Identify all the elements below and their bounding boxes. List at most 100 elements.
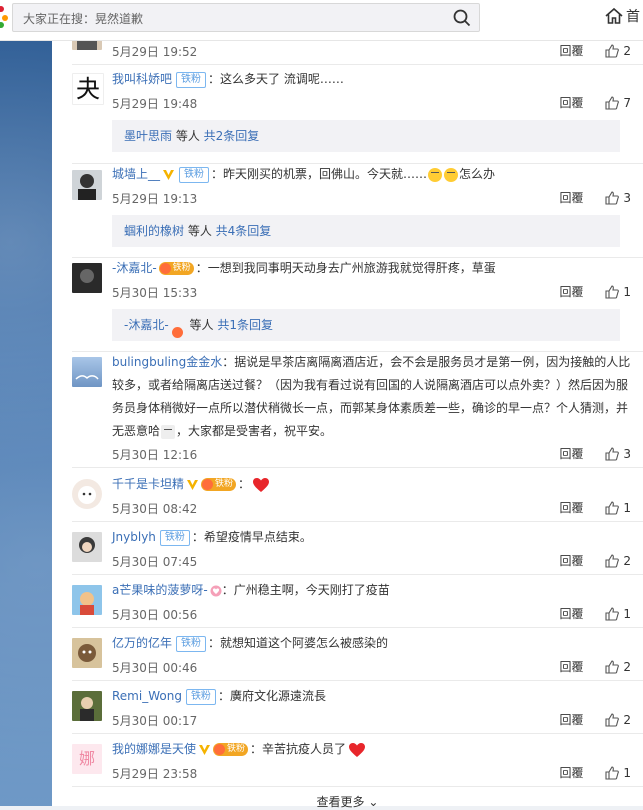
avatar[interactable] [72, 479, 102, 509]
home-nav[interactable]: 首 [604, 6, 640, 26]
sub-reply-user[interactable]: 蝈利的橡树 [124, 224, 184, 238]
username[interactable]: a芒果味的菠萝呀- [112, 583, 208, 597]
reply-button[interactable]: 回覆 [560, 501, 584, 515]
reply-button[interactable]: 回覆 [560, 713, 584, 727]
like-count: 1 [623, 766, 631, 780]
comment-time: 5月30日 00:56 [112, 608, 198, 622]
like-button[interactable]: 3 [605, 191, 631, 205]
username[interactable]: Remi_Wong [112, 689, 182, 703]
load-more-button[interactable]: 查看更多 ⌄ [52, 793, 643, 810]
like-count: 2 [623, 554, 631, 568]
sub-reply-user[interactable]: 墨叶思雨 [124, 129, 172, 143]
emoji-icon [161, 424, 176, 439]
divider [72, 574, 643, 575]
like-button[interactable]: 1 [605, 285, 631, 299]
like-button[interactable]: 1 [605, 766, 631, 780]
fan-badge: 铁粉 [185, 688, 216, 705]
avatar[interactable] [72, 585, 102, 615]
comment-time: 5月30日 07:45 [112, 555, 198, 569]
home-icon [605, 7, 623, 24]
comment-time: 5月30日 08:42 [112, 502, 198, 516]
sub-reply-summary[interactable]: 墨叶思雨 等人 共2条回复 [112, 120, 620, 152]
thumbs-up-icon [605, 660, 620, 674]
sub-reply-link[interactable]: 共1条回复 [217, 318, 273, 332]
search-input[interactable] [21, 8, 445, 29]
reply-button[interactable]: 回覆 [560, 96, 584, 110]
username[interactable]: Jnyblyh [112, 530, 156, 544]
avatar[interactable] [72, 357, 102, 387]
reply-button[interactable]: 回覆 [560, 447, 584, 461]
reply-button[interactable]: 回覆 [560, 766, 584, 780]
top-bar: 首 [0, 0, 643, 41]
reply-button[interactable]: 回覆 [560, 44, 584, 58]
avatar[interactable] [72, 263, 102, 293]
comment-text: ： [238, 477, 251, 491]
like-count: 1 [623, 607, 631, 621]
comment-text-line: 务员身体稍微好一点所以潜伏稍微长一点，而郭某身体素质差一些，确诊的早一点？个人猜… [112, 401, 629, 415]
avatar[interactable] [72, 532, 102, 562]
divider [72, 680, 643, 681]
reply-button[interactable]: 回覆 [560, 607, 584, 621]
like-button[interactable]: 2 [605, 713, 631, 727]
home-label[interactable]: 首 [626, 9, 640, 25]
comment-time: 5月29日 19:48 [112, 97, 198, 111]
search-icon[interactable] [453, 9, 471, 27]
like-button[interactable]: 2 [605, 554, 631, 568]
like-button[interactable]: 1 [605, 501, 631, 515]
sub-reply-etc: 等人 [172, 129, 204, 143]
username[interactable]: 千千是卡坦精 [112, 477, 184, 491]
divider [72, 521, 643, 522]
reply-button[interactable]: 回覆 [560, 660, 584, 674]
avatar[interactable] [72, 638, 102, 668]
like-button[interactable]: 2 [605, 660, 631, 674]
comment-text-line: ：据说是早茶店离隔离酒店近，会不会是服务员才是第一例，因为接触的人比 [222, 355, 631, 369]
like-button[interactable]: 7 [605, 96, 631, 110]
like-count: 2 [623, 44, 631, 58]
avatar[interactable]: 夬 [72, 73, 104, 105]
reply-button[interactable]: 回覆 [560, 191, 584, 205]
divider [72, 64, 643, 65]
like-count: 1 [623, 285, 631, 299]
comment-text-end: 怎么办 [459, 167, 496, 181]
reply-button[interactable]: 回覆 [560, 285, 584, 299]
comment-time: 5月30日 12:16 [112, 448, 198, 462]
verified-v-icon [199, 744, 211, 755]
thumbs-up-icon [605, 501, 620, 515]
sub-reply-link[interactable]: 共4条回复 [216, 224, 272, 238]
username[interactable]: 亿万的亿年 [112, 636, 172, 650]
logo-fragment [0, 6, 10, 34]
sub-reply-user[interactable]: -沐嘉北- [124, 318, 169, 332]
load-more-label[interactable]: 查看更多 [317, 795, 365, 809]
verified-v-icon [187, 479, 199, 490]
avatar[interactable]: 娜 [72, 744, 102, 774]
thumbs-up-icon [605, 766, 620, 780]
page-background [0, 0, 52, 806]
like-button[interactable]: 2 [605, 44, 631, 58]
username[interactable]: -沐嘉北- [112, 261, 157, 275]
reply-button[interactable]: 回覆 [560, 554, 584, 568]
sub-reply-summary[interactable]: -沐嘉北- 等人 共1条回复 [112, 309, 620, 341]
like-button[interactable]: 3 [605, 447, 631, 461]
comment-text: ：希望疫情早点结束。 [191, 530, 312, 544]
avatar[interactable] [72, 170, 102, 200]
like-button[interactable]: 1 [605, 607, 631, 621]
heart-badge-icon [210, 585, 222, 596]
verified-v-icon [163, 169, 175, 180]
username[interactable]: 我的娜娜是天使 [112, 742, 196, 756]
fan-badge: 铁粉 [176, 635, 207, 652]
sub-reply-summary[interactable]: 蝈利的橡树 等人 共4条回复 [112, 215, 620, 247]
comment-time: 5月29日 23:58 [112, 767, 198, 781]
search-box[interactable] [12, 3, 480, 32]
username[interactable]: 城墙上__ [112, 167, 160, 181]
comment-text: ：就想知道这个阿婆怎么被感染的 [208, 636, 389, 650]
avatar[interactable] [72, 691, 102, 721]
comment-text: ：一想到我同事明天动身去广州旅游我就觉得肝疼，草蛋 [195, 261, 496, 275]
divider [72, 733, 643, 734]
like-count: 7 [623, 96, 631, 110]
sub-reply-link[interactable]: 共2条回复 [204, 129, 260, 143]
username[interactable]: bulingbuling金金水 [112, 355, 222, 369]
thumbs-up-icon [605, 607, 620, 621]
username[interactable]: 我叫科娇吧 [112, 72, 172, 86]
comment-time: 5月30日 15:33 [112, 286, 198, 300]
divider [72, 467, 643, 468]
